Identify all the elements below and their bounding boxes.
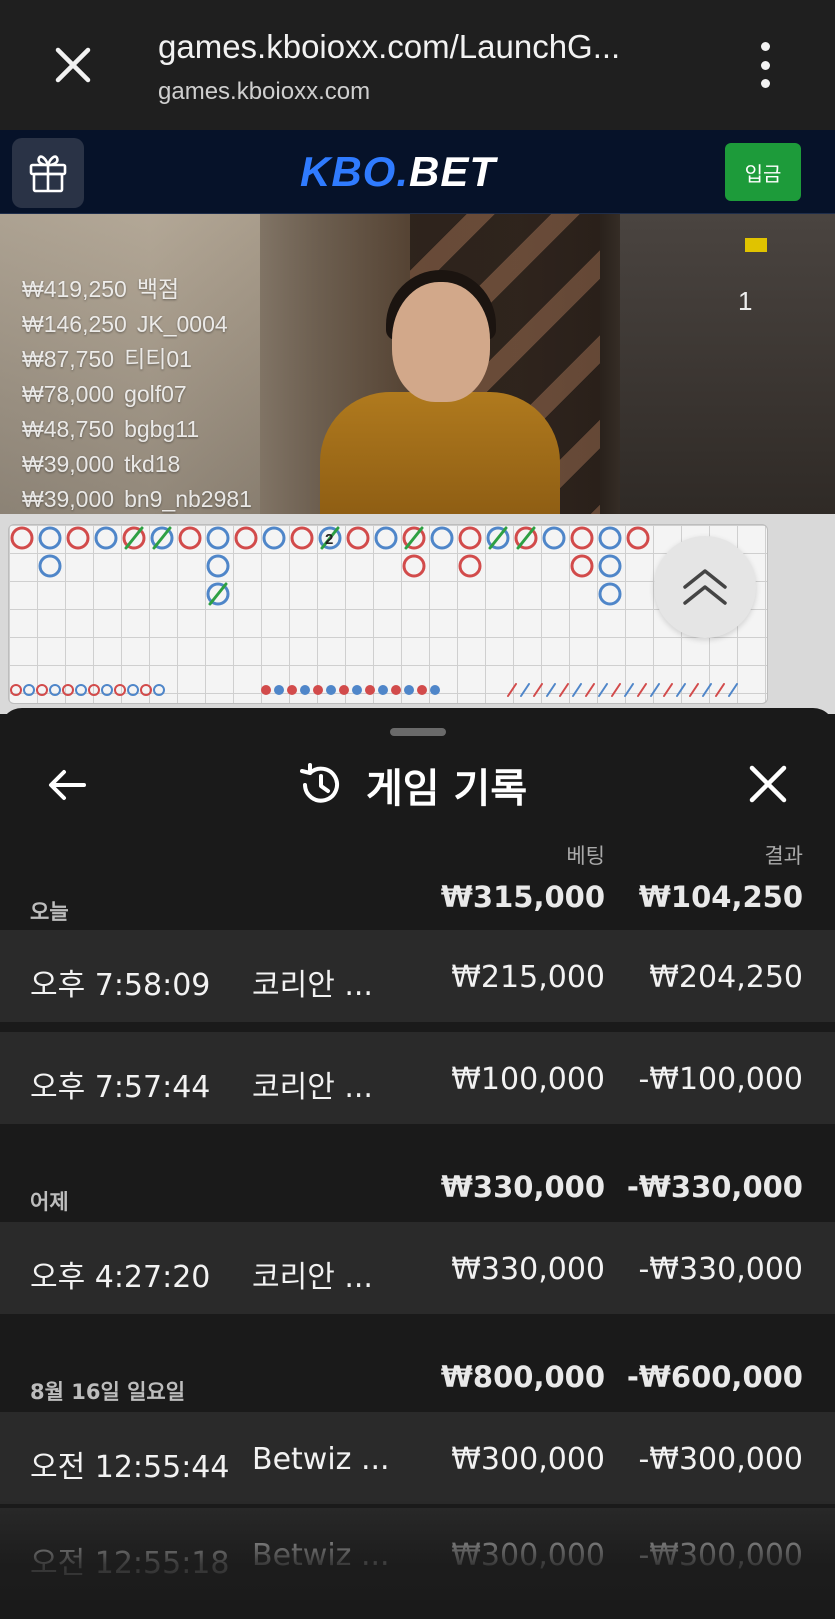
- more-vert-icon[interactable]: [757, 42, 773, 88]
- leaderboard-row: ₩78,000 golf07: [22, 381, 187, 407]
- leaderboard-row: ₩48,750 bgbg11: [22, 416, 200, 442]
- row-result: -₩330,000: [638, 1252, 803, 1287]
- sheet-header: 게임 기록: [296, 756, 527, 814]
- date-group-header: 어제 ₩330,000 -₩330,000: [0, 1164, 835, 1224]
- history-row[interactable]: 오후 4:27:20 코리안 ... ₩330,000 -₩330,000: [0, 1222, 835, 1314]
- date-group-header: 8월 16일 일요일 ₩800,000 -₩600,000: [0, 1354, 835, 1414]
- site-header: KBO.BET 입금: [0, 130, 835, 214]
- group-bet-total: ₩330,000: [440, 1170, 605, 1204]
- row-bet: ₩300,000: [451, 1538, 605, 1573]
- double-chevron-up-icon: [683, 569, 727, 605]
- row-time: 오후 7:57:44: [30, 1070, 211, 1105]
- group-date: 어제: [30, 1190, 69, 1214]
- row-time: 오전 12:55:18: [30, 1546, 230, 1581]
- column-header-result: 결과: [764, 844, 803, 868]
- group-date: 8월 16일 일요일: [30, 1380, 186, 1404]
- row-game: 코리안 ...: [252, 1070, 373, 1105]
- browser-host: games.kboioxx.com: [158, 78, 371, 105]
- sheet-title: 게임 기록: [366, 766, 528, 812]
- leaderboard-row: ₩39,000 bn9_nb2981: [22, 486, 252, 512]
- big-road-marks: 2: [10, 526, 738, 697]
- row-game: Betwiz ...: [252, 1538, 390, 1573]
- game-history-sheet: 게임 기록 베팅 결과 오늘 ₩315,000 ₩104,250 오후 7:58…: [0, 708, 835, 1619]
- live-video: 1 ₩419,250 백점 ₩146,250 JK_0004 ₩87,750 티티01…: [0, 214, 835, 514]
- back-button[interactable]: [44, 762, 90, 808]
- expand-button[interactable]: [654, 536, 756, 638]
- history-row[interactable]: 오전 12:55:18 Betwiz ... ₩300,000 -₩300,00…: [0, 1508, 835, 1600]
- dealer: [320, 392, 560, 514]
- row-bet: ₩330,000: [451, 1252, 605, 1287]
- row-bet: ₩215,000: [451, 960, 605, 995]
- group-result-total: ₩104,250: [638, 880, 803, 914]
- row-game: Betwiz ...: [252, 1442, 390, 1477]
- arrow-left-icon: [49, 770, 86, 800]
- close-icon[interactable]: [48, 40, 98, 90]
- table-number: 1: [738, 286, 753, 316]
- tie-count: 2: [325, 531, 333, 548]
- browser-url[interactable]: games.kboioxx.com/LaunchG...: [158, 28, 620, 66]
- logo-prefix: KBO.: [300, 148, 409, 195]
- row-result: -₩300,000: [638, 1538, 803, 1573]
- row-time: 오후 4:27:20: [30, 1260, 211, 1295]
- group-result-total: -₩600,000: [626, 1360, 803, 1394]
- group-date: 오늘: [30, 900, 69, 924]
- deposit-button[interactable]: 입금: [725, 143, 801, 201]
- leaderboard-row: ₩39,000 tkd18: [22, 451, 181, 477]
- browser-toolbar: games.kboioxx.com/LaunchG... games.kboio…: [0, 0, 835, 130]
- logo-suffix: BET: [409, 148, 496, 195]
- flag-icon: [745, 238, 767, 252]
- row-result: -₩300,000: [638, 1442, 803, 1477]
- row-game: 코리안 ...: [252, 968, 373, 1003]
- history-row[interactable]: 오전 12:55:44 Betwiz ... ₩300,000 -₩300,00…: [0, 1412, 835, 1504]
- sheet-grabber[interactable]: [390, 728, 446, 736]
- leaderboard-row: ₩146,250 JK_0004: [22, 311, 228, 337]
- close-button[interactable]: [746, 762, 790, 806]
- row-result: ₩204,250: [649, 960, 803, 995]
- row-bet: ₩100,000: [451, 1062, 605, 1097]
- date-group-header: 오늘 ₩315,000 ₩104,250: [0, 874, 835, 934]
- site-logo[interactable]: KBO.BET: [300, 148, 496, 196]
- leaderboard-row: ₩87,750 티티01: [22, 346, 192, 372]
- group-bet-total: ₩800,000: [440, 1360, 605, 1394]
- row-time: 오후 7:58:09: [30, 968, 211, 1003]
- history-icon: [300, 763, 339, 803]
- gift-icon: [29, 155, 67, 193]
- close-icon: [749, 765, 787, 803]
- gift-button[interactable]: [12, 138, 84, 208]
- group-bet-total: ₩315,000: [440, 880, 605, 914]
- row-result: -₩100,000: [638, 1062, 803, 1097]
- column-header-bet: 베팅: [566, 844, 605, 868]
- history-row[interactable]: 오후 7:57:44 코리안 ... ₩100,000 -₩100,000: [0, 1032, 835, 1124]
- group-result-total: -₩330,000: [626, 1170, 803, 1204]
- row-bet: ₩300,000: [451, 1442, 605, 1477]
- history-row[interactable]: 오후 7:58:09 코리안 ... ₩215,000 ₩204,250: [0, 930, 835, 1022]
- winners-leaderboard: ₩419,250 백점 ₩146,250 JK_0004 ₩87,750 티티01 ₩…: [22, 272, 252, 514]
- row-time: 오전 12:55:44: [30, 1450, 230, 1485]
- row-game: 코리안 ...: [252, 1260, 373, 1295]
- leaderboard-row: ₩419,250 백점: [22, 276, 180, 302]
